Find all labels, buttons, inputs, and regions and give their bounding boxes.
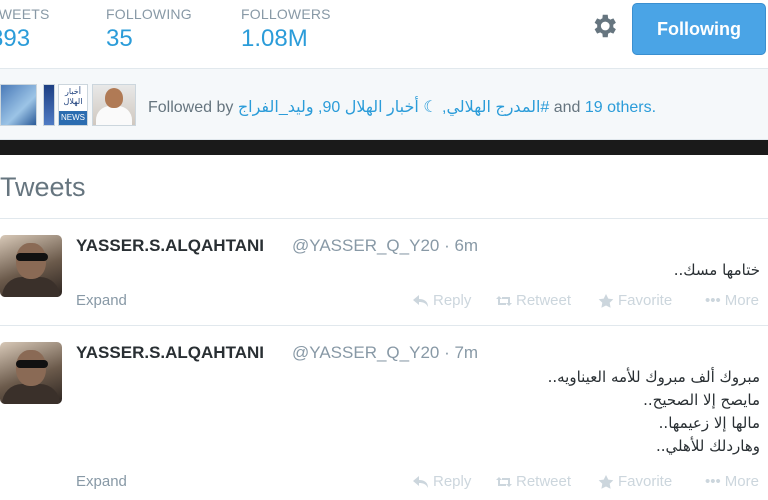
follower-avatar-3[interactable]: أخبار الهلال NEWS (58, 84, 88, 126)
avatar[interactable] (0, 235, 62, 297)
following-button[interactable]: Following (632, 3, 766, 55)
tweet-item[interactable]: YASSER.S.ALQAHTANI @YASSER_Q_Y20 · 6m خت… (0, 219, 768, 325)
more-label: More (724, 292, 759, 309)
reply-icon (413, 294, 428, 307)
followed-by-and: and (549, 99, 585, 116)
stat-following-value: 35 (106, 25, 133, 52)
retweet-icon (496, 476, 512, 487)
news-logo-bottom: NEWS (59, 111, 87, 125)
tweet-line: مالها إلا زعيمها.. (658, 414, 760, 432)
stat-tweets[interactable]: TWEETS 893 (0, 6, 50, 53)
favorite-button[interactable]: Favorite (598, 473, 672, 490)
expand-link[interactable]: Expand (76, 292, 127, 309)
more-button[interactable]: ••• More (705, 292, 759, 309)
favorite-label: Favorite (618, 292, 673, 309)
stat-followers[interactable]: FOLLOWERS 1.08M (241, 6, 331, 53)
tweet-author-handle[interactable]: @YASSER_Q_Y20 · 7m (292, 343, 478, 363)
tweet-author-name[interactable]: YASSER.S.ALQAHTANI (76, 236, 264, 256)
stat-followers-label: FOLLOWERS (241, 6, 331, 22)
profile-stats-bar: TWEETS 893 FOLLOWING 35 FOLLOWERS 1.08M … (0, 0, 768, 68)
stat-tweets-value: 893 (0, 25, 31, 52)
tweet-line: مايصح إلا الصحيح.. (643, 391, 760, 409)
more-label: More (724, 473, 759, 490)
avatar[interactable] (0, 342, 62, 404)
followed-by-bar: أخبار الهلال NEWS Followed by #المدرج ال… (0, 68, 768, 140)
reply-button[interactable]: Reply (413, 473, 471, 490)
reply-button[interactable]: Reply (413, 292, 471, 309)
news-logo-top: أخبار الهلال (59, 85, 87, 111)
reply-label: Reply (433, 292, 472, 309)
follower-avatar-1[interactable] (0, 84, 37, 126)
handle-text: @YASSER_Q_Y20 (292, 236, 440, 255)
tweet-text: مبروك ألف مبروك للأمه العيناويه.. مايصح … (548, 366, 760, 458)
retweet-label: Retweet (516, 292, 572, 309)
tweet-item[interactable]: YASSER.S.ALQAHTANI @YASSER_Q_Y20 · 7m مب… (0, 326, 768, 500)
retweet-icon (496, 295, 512, 306)
star-icon (598, 293, 614, 308)
follower-avatar-2[interactable] (43, 84, 55, 126)
stat-tweets-label: TWEETS (0, 6, 50, 22)
tweet-author-handle[interactable]: @YASSER_Q_Y20 · 6m (292, 236, 478, 256)
stat-following[interactable]: FOLLOWING 35 (106, 6, 192, 53)
tweet-timestamp[interactable]: · 6m (444, 236, 478, 255)
header-divider (0, 140, 768, 155)
gear-icon[interactable] (589, 11, 619, 41)
expand-link[interactable]: Expand (76, 473, 127, 490)
handle-text: @YASSER_Q_Y20 (292, 343, 440, 362)
favorite-button[interactable]: Favorite (598, 292, 672, 309)
tweet-line: مبروك ألف مبروك للأمه العيناويه.. (547, 368, 760, 386)
reply-label: Reply (433, 473, 472, 490)
more-icon: ••• (705, 473, 721, 490)
star-icon (598, 474, 614, 489)
tweet-text: ختامها مسك.. (674, 259, 760, 282)
followed-by-text: Followed by #المدرج الهلالي, ☾ أخبار اله… (148, 97, 656, 117)
tweets-section-title: Tweets (0, 172, 86, 202)
stat-following-label: FOLLOWING (106, 6, 192, 22)
tweet-line: وهاردلك للأهلي.. (655, 437, 760, 455)
more-icon: ••• (705, 292, 721, 309)
retweet-label: Retweet (516, 473, 572, 490)
favorite-label: Favorite (618, 473, 673, 490)
tweet-author-name[interactable]: YASSER.S.ALQAHTANI (76, 343, 264, 363)
tweet-timestamp[interactable]: · 7m (444, 343, 478, 362)
followed-by-others-link[interactable]: 19 others. (585, 99, 656, 116)
retweet-button[interactable]: Retweet (496, 473, 571, 490)
tweet-line: ختامها مسك.. (673, 261, 760, 279)
more-button[interactable]: ••• More (705, 473, 759, 490)
retweet-button[interactable]: Retweet (496, 292, 571, 309)
followed-by-names[interactable]: #المدرج الهلالي, ☾ أخبار الهلال 90, وليد… (238, 99, 549, 116)
followed-by-prefix: Followed by (148, 99, 238, 116)
reply-icon (413, 475, 428, 488)
stat-followers-value: 1.08M (241, 25, 308, 52)
follower-avatar-4[interactable] (92, 84, 136, 126)
